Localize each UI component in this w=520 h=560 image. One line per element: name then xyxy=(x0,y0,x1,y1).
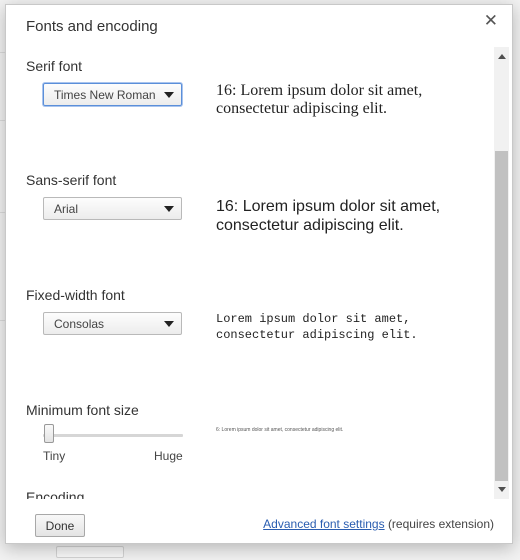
chevron-down-icon xyxy=(164,321,174,327)
requires-extension-text: (requires extension) xyxy=(387,517,494,531)
minimum-font-size-sample: 6: Lorem ipsum dolor sit amet, consectet… xyxy=(216,427,344,433)
serif-font-select[interactable]: Times New Roman xyxy=(43,83,182,106)
dialog-content: Serif font Times New Roman 16: Lorem ips… xyxy=(6,47,494,499)
advanced-font-settings-link[interactable]: Advanced font settings xyxy=(263,517,384,531)
fixed-width-font-sample: Lorem ipsum dolor sit amet, consectetur … xyxy=(216,312,418,342)
sans-serif-font-label: Sans-serif font xyxy=(26,172,117,188)
minimum-font-size-slider-thumb[interactable] xyxy=(44,424,54,443)
scrollbar-thumb[interactable] xyxy=(495,151,508,481)
backdrop-button xyxy=(56,546,124,558)
serif-font-label: Serif font xyxy=(26,58,83,74)
sans-serif-font-select[interactable]: Arial xyxy=(43,197,182,220)
dialog-title: Fonts and encoding xyxy=(26,18,158,35)
minimum-font-size-slider-track[interactable] xyxy=(43,434,183,437)
fonts-encoding-dialog: Fonts and encoding ✕ Serif font Times Ne… xyxy=(5,4,513,544)
encoding-label: Encoding xyxy=(26,489,85,499)
close-icon[interactable]: ✕ xyxy=(484,11,498,31)
fixed-width-font-value: Consolas xyxy=(54,317,105,331)
sans-serif-font-sample: 16: Lorem ipsum dolor sit amet, consecte… xyxy=(216,198,441,234)
fixed-width-font-select[interactable]: Consolas xyxy=(43,312,182,335)
serif-font-value: Times New Roman xyxy=(54,88,156,102)
serif-font-sample: 16: Lorem ipsum dolor sit amet, consecte… xyxy=(216,82,423,117)
sans-serif-font-value: Arial xyxy=(54,202,79,216)
chevron-down-icon xyxy=(164,92,174,98)
fixed-width-font-label: Fixed-width font xyxy=(26,287,125,303)
done-button[interactable]: Done xyxy=(35,514,85,537)
advanced-font-settings-note: Advanced font settings (requires extensi… xyxy=(263,517,494,531)
scroll-up-arrow-icon[interactable] xyxy=(498,54,506,59)
scroll-down-arrow-icon[interactable] xyxy=(498,487,506,492)
dialog-scrollbar[interactable] xyxy=(494,47,509,499)
slider-min-label: Tiny xyxy=(43,449,66,463)
minimum-font-size-label: Minimum font size xyxy=(26,402,139,418)
chevron-down-icon xyxy=(164,206,174,212)
dialog-footer: Done Advanced font settings (requires ex… xyxy=(6,499,514,545)
slider-max-label: Huge xyxy=(154,449,183,463)
